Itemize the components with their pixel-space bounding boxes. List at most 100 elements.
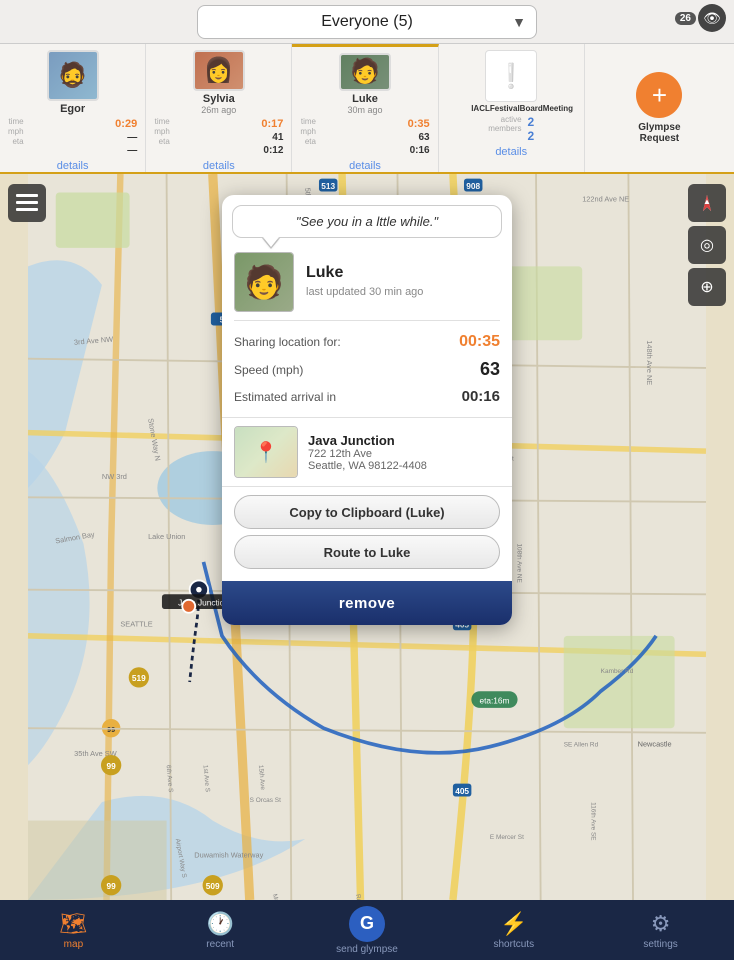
speed-value: 63 xyxy=(480,359,500,380)
glympse-nav-icon: G xyxy=(349,906,385,942)
nav-label-shortcuts: shortcuts xyxy=(494,939,535,950)
svg-text:108th Ave NE: 108th Ave NE xyxy=(516,543,523,583)
sharing-value: 00:35 xyxy=(459,333,500,351)
popup-last-updated: last updated 30 min ago xyxy=(306,286,423,298)
popup-stats-section: Sharing location for: 00:35 Speed (mph) … xyxy=(222,321,512,417)
shortcuts-icon: ⚡ xyxy=(500,911,527,937)
stat-labels-egor: time mph eta xyxy=(8,117,24,157)
speed-label: Speed (mph) xyxy=(234,363,303,377)
map-icon: 🗺 xyxy=(59,911,87,937)
location-addr1: 722 12th Ave xyxy=(308,448,427,460)
nav-label-settings: settings xyxy=(643,939,677,950)
map-pin-icon: 📍 xyxy=(254,440,279,465)
compass-controls: ▲ ◎ ⊕ xyxy=(688,184,726,306)
popup-user-name: Luke xyxy=(306,264,423,282)
eta-stat-row: Estimated arrival in 00:16 xyxy=(234,384,500,409)
svg-text:Kamber Rd: Kamber Rd xyxy=(601,668,634,675)
user-cards-row: 🧔 Egor time mph eta 0:29 — — details 👩 S… xyxy=(0,44,734,174)
nav-label-send-glympse: send glympse xyxy=(336,944,398,955)
details-link-meeting[interactable]: details xyxy=(495,146,527,158)
glympse-request-label: Glympse Request xyxy=(638,122,680,144)
svg-text:▲: ▲ xyxy=(703,197,711,206)
svg-text:116th Ave SE: 116th Ave SE xyxy=(589,802,596,841)
svg-text:509: 509 xyxy=(206,881,220,891)
chevron-down-icon: ▼ xyxy=(512,14,526,30)
svg-text:Duwamish Waterway: Duwamish Waterway xyxy=(194,851,263,860)
svg-text:148th Ave NE: 148th Ave NE xyxy=(645,340,654,385)
meeting-stats: active members 2 2 xyxy=(488,115,534,143)
user-card-luke[interactable]: 🧑 Luke 30m ago time mph eta 0:35 63 0:16… xyxy=(292,44,438,172)
popup-user-row: 🧑 Luke last updated 30 min ago xyxy=(222,238,512,320)
nav-item-map[interactable]: 🗺 map xyxy=(0,911,147,950)
copy-to-clipboard-button[interactable]: Copy to Clipboard (Luke) xyxy=(234,495,500,529)
popup-location-info: Java Junction 722 12th Ave Seattle, WA 9… xyxy=(308,433,427,472)
sharing-label: Sharing location for: xyxy=(234,335,341,349)
nav-item-send-glympse[interactable]: G send glympse xyxy=(294,906,441,955)
everyone-dropdown[interactable]: Everyone (5) ▼ xyxy=(197,5,537,39)
avatar-meeting: ❕ xyxy=(485,50,537,102)
dropdown-label: Everyone (5) xyxy=(198,13,536,31)
details-link-egor[interactable]: details xyxy=(57,160,89,172)
user-stats-luke: time mph eta 0:35 63 0:16 xyxy=(296,117,433,157)
map-controls xyxy=(8,184,46,222)
popup-card: "See you in a lttle while." 🧑 Luke last … xyxy=(222,195,512,625)
user-stats-sylvia: time mph eta 0:17 41 0:12 xyxy=(150,117,287,157)
notification-badge[interactable]: 26 👁 xyxy=(675,4,726,32)
top-bar: Everyone (5) ▼ 26 👁 xyxy=(0,0,734,44)
remove-button[interactable]: remove xyxy=(222,581,512,625)
svg-text:Newcastle: Newcastle xyxy=(638,740,672,749)
svg-text:eta:16m: eta:16m xyxy=(479,695,509,705)
avatar-sylvia: 👩 xyxy=(193,50,245,91)
badge-count: 26 xyxy=(675,12,696,25)
details-link-luke[interactable]: details xyxy=(349,160,381,172)
user-stats-egor: time mph eta 0:29 — — xyxy=(4,117,141,157)
user-card-egor[interactable]: 🧔 Egor time mph eta 0:29 — — details xyxy=(0,44,146,172)
eta-label: Estimated arrival in xyxy=(234,390,336,404)
compass-north-button[interactable]: ▲ xyxy=(688,184,726,222)
avatar-egor: 🧔 xyxy=(47,50,99,101)
popup-actions: Copy to Clipboard (Luke) Route to Luke xyxy=(222,487,512,581)
nav-item-settings[interactable]: ⚙ settings xyxy=(587,911,734,950)
user-card-meeting[interactable]: ❕ IACLFestivalBoardMeeting active member… xyxy=(439,44,585,172)
speed-stat-row: Speed (mph) 63 xyxy=(234,355,500,384)
speech-bubble: "See you in a lttle while." xyxy=(232,205,502,238)
route-to-luke-button[interactable]: Route to Luke xyxy=(234,535,500,569)
glympse-request-card[interactable]: + Glympse Request xyxy=(585,44,734,172)
popup-map-thumbnail: 📍 xyxy=(234,426,298,478)
gear-icon: ⚙ xyxy=(651,911,671,937)
zoom-button[interactable]: ⊕ xyxy=(688,268,726,306)
avatar-luke: 🧑 xyxy=(339,53,391,91)
clock-icon: 🕐 xyxy=(206,911,233,937)
eta-value: 00:16 xyxy=(462,388,500,405)
svg-text:513: 513 xyxy=(321,181,335,191)
svg-text:122nd Ave NE: 122nd Ave NE xyxy=(582,195,629,204)
svg-text:E Mercer St: E Mercer St xyxy=(490,834,524,841)
user-card-sylvia[interactable]: 👩 Sylvia 26m ago time mph eta 0:17 41 0:… xyxy=(146,44,292,172)
svg-text:SE Allen Rd: SE Allen Rd xyxy=(564,742,599,749)
location-addr2: Seattle, WA 98122-4408 xyxy=(308,460,427,472)
popup-location-row: 📍 Java Junction 722 12th Ave Seattle, WA… xyxy=(222,417,512,487)
svg-text:NW 3rd: NW 3rd xyxy=(102,472,127,481)
details-link-sylvia[interactable]: details xyxy=(203,160,235,172)
eye-icon: 👁 xyxy=(698,4,726,32)
map-layer-button[interactable] xyxy=(8,184,46,222)
speech-text: "See you in a lttle while." xyxy=(296,214,438,229)
svg-text:99: 99 xyxy=(107,881,117,891)
svg-text:SEATTLE: SEATTLE xyxy=(120,620,152,629)
nav-item-shortcuts[interactable]: ⚡ shortcuts xyxy=(440,911,587,950)
time-ago-sylvia: 26m ago xyxy=(201,105,236,115)
stat-values-egor: 0:29 — — xyxy=(115,117,137,157)
svg-text:405: 405 xyxy=(455,786,469,796)
location-button[interactable]: ◎ xyxy=(688,226,726,264)
user-name-egor: Egor xyxy=(60,103,85,115)
nav-label-map: map xyxy=(64,939,83,950)
user-name-meeting: IACLFestivalBoardMeeting xyxy=(471,104,551,113)
user-name-sylvia: Sylvia xyxy=(203,93,235,105)
glympse-plus-button[interactable]: + xyxy=(636,72,682,118)
nav-label-recent: recent xyxy=(206,939,234,950)
popup-user-info: Luke last updated 30 min ago xyxy=(306,264,423,300)
svg-text:Lake Union: Lake Union xyxy=(148,532,185,541)
sharing-stat-row: Sharing location for: 00:35 xyxy=(234,329,500,355)
nav-item-recent[interactable]: 🕐 recent xyxy=(147,911,294,950)
svg-text:S Orcas St: S Orcas St xyxy=(250,797,281,804)
